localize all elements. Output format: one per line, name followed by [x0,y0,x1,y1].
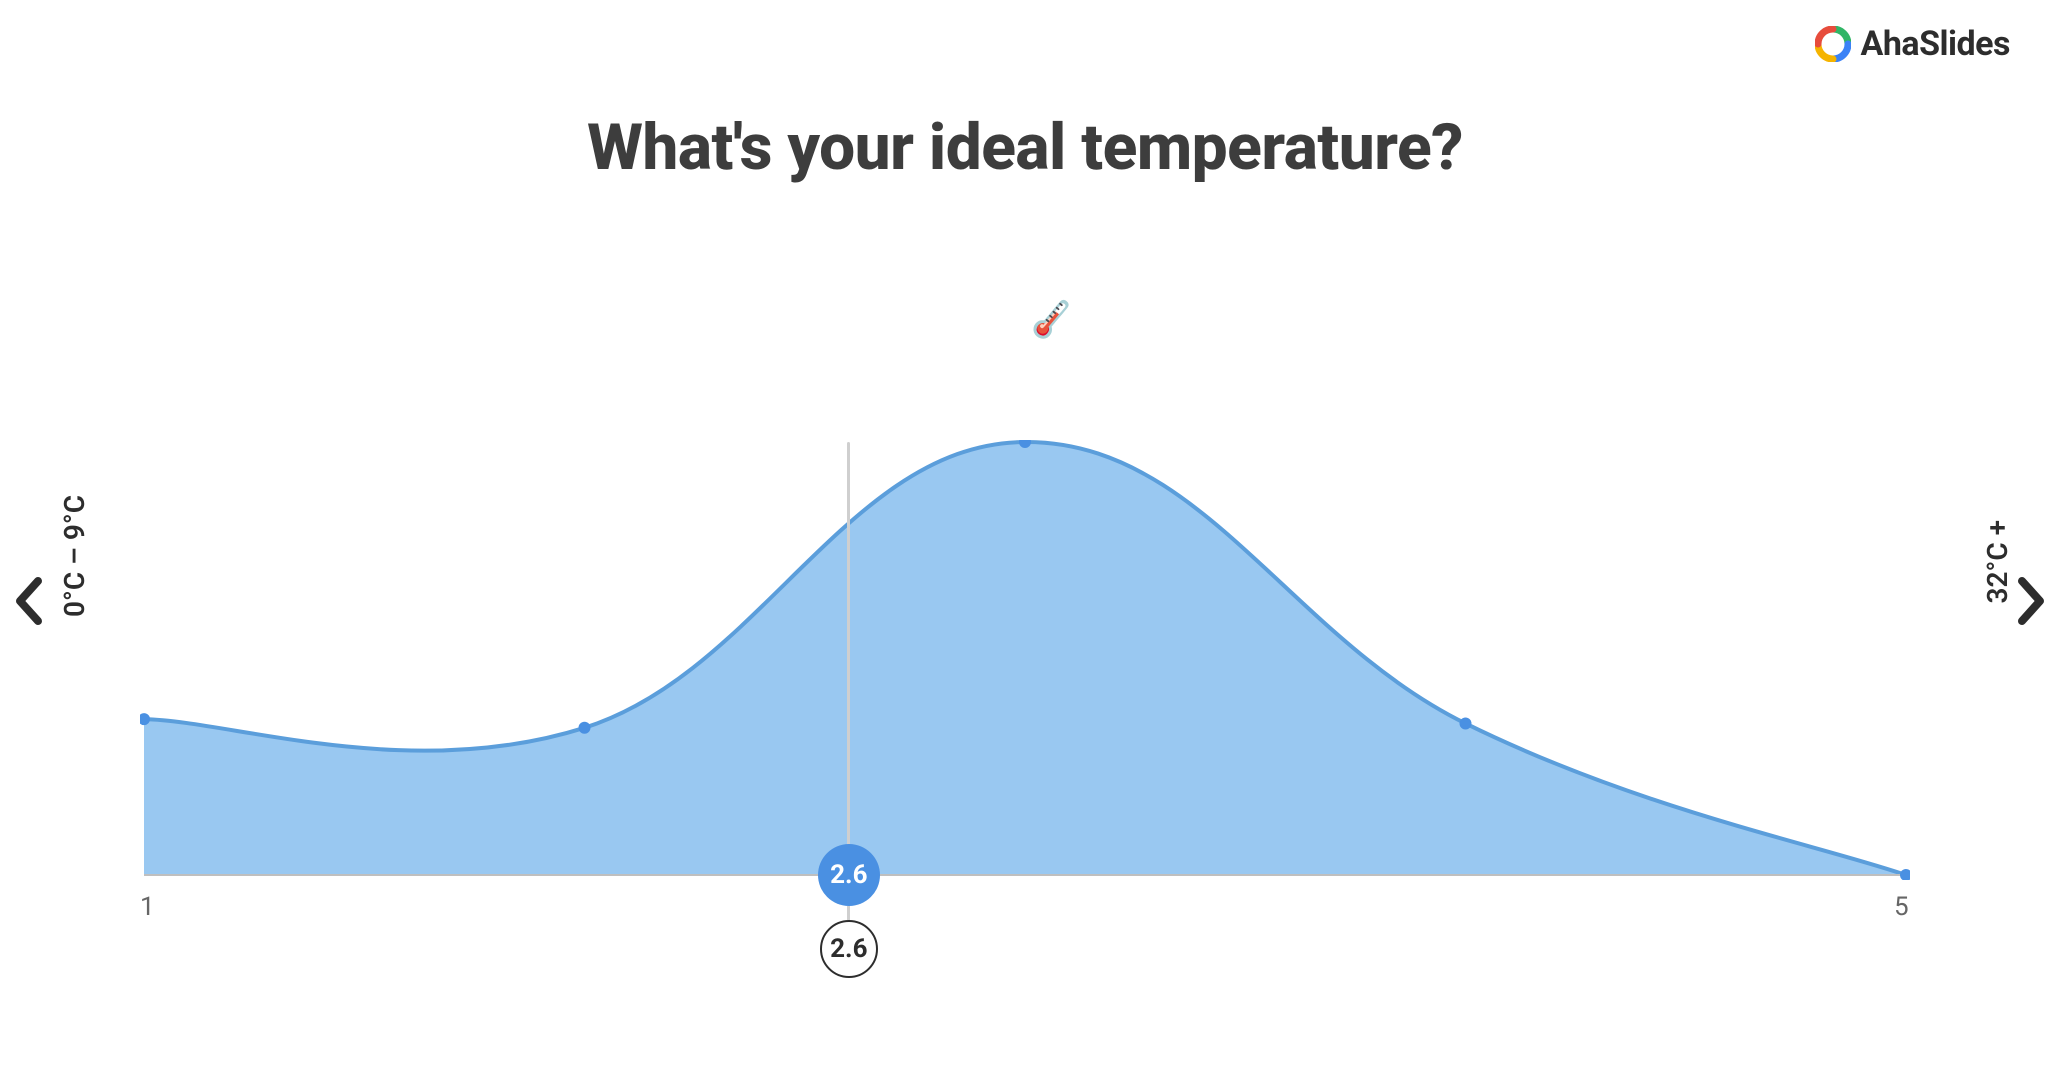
chevron-left-icon [12,575,46,627]
chevron-right-icon [2014,575,2048,627]
mean-badge-filled: 2.6 [818,844,880,906]
slide-title: What's your ideal temperature? [0,110,2050,185]
axis-right-end-label: 32°C + [1981,520,2014,603]
thermometer-icon: 🌡️ [1015,284,1087,355]
prev-slide-button[interactable] [12,575,46,636]
brand-logo: AhaSlides [1815,24,2010,64]
brand-icon [1815,26,1851,62]
x-axis-max-label: 5 [1894,892,1909,922]
mean-badge-outline: 2.6 [820,920,878,978]
slide-page: AhaSlides What's your ideal temperature?… [0,0,2050,1066]
density-chart [140,440,1910,880]
x-axis-min-label: 1 [140,892,155,922]
next-slide-button[interactable] [2014,575,2048,636]
chart-svg [140,440,1910,880]
mean-badge-filled-value: 2.6 [830,860,867,890]
mean-tick [847,906,850,920]
axis-left-end-label: 0°C – 9°C [58,495,91,617]
mean-badge-outline-value: 2.6 [830,934,867,964]
mean-indicator-line [847,442,850,874]
brand-name: AhaSlides [1861,24,2010,64]
